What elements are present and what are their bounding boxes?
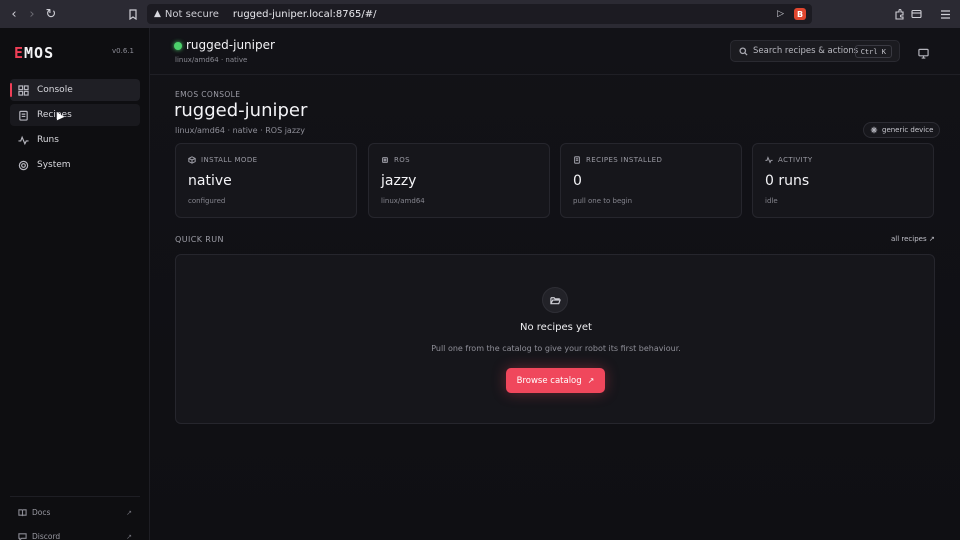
topbar: rugged-juniper linux/amd64 · native Sear… bbox=[150, 28, 960, 75]
device-badge[interactable]: generic device bbox=[863, 122, 941, 138]
url-bar[interactable]: ▲ Not secure rugged-juniper.local:8765/#… bbox=[147, 4, 812, 24]
bookmark-icon[interactable] bbox=[124, 5, 142, 23]
stat-card-ros: ROS jazzy linux/amd64 bbox=[368, 143, 550, 218]
warning-icon: ▲ bbox=[154, 9, 161, 19]
activity-icon bbox=[18, 135, 29, 145]
search-input[interactable]: Search recipes & actions Ctrl K bbox=[730, 40, 900, 62]
empty-description: Pull one from the catalog to give your r… bbox=[431, 344, 681, 353]
clipboard-icon bbox=[19, 110, 28, 121]
browse-catalog-label: Browse catalog bbox=[516, 375, 582, 386]
external-link-icon: ↗ bbox=[126, 508, 132, 517]
folder-icon-wrap bbox=[542, 287, 568, 313]
sidebar-link-label: Discord bbox=[32, 532, 61, 540]
display-toggle-button[interactable] bbox=[918, 44, 932, 59]
menu-icon[interactable] bbox=[936, 5, 954, 23]
monitor-icon bbox=[918, 48, 929, 59]
stat-card-activity: ACTIVITY 0 runs idle bbox=[752, 143, 934, 218]
host-name: rugged-juniper bbox=[186, 38, 275, 52]
sidebar-item-recipes[interactable]: Recipes bbox=[10, 104, 140, 126]
back-icon[interactable]: ‹ bbox=[5, 5, 23, 23]
stat-caption: pull one to begin bbox=[573, 197, 633, 205]
book-icon bbox=[18, 509, 27, 517]
stat-value: native bbox=[188, 173, 232, 189]
activity-icon bbox=[765, 156, 773, 164]
sidebar-item-label: Runs bbox=[37, 135, 59, 145]
stat-card-install-mode: INSTALL MODE native configured bbox=[175, 143, 357, 218]
stats-row: INSTALL MODE native configured ROS jazzy… bbox=[175, 143, 935, 218]
chat-icon bbox=[18, 533, 27, 540]
stat-label: ROS bbox=[394, 156, 411, 164]
external-link-icon: ↗ bbox=[126, 532, 132, 540]
search-placeholder: Search recipes & actions bbox=[753, 46, 859, 56]
sidebar-item-system[interactable]: System bbox=[10, 154, 140, 176]
sidebar-item-runs[interactable]: Runs bbox=[10, 129, 140, 151]
stat-caption: idle bbox=[765, 197, 778, 205]
sidebar-item-label: System bbox=[37, 160, 71, 170]
shield-icon[interactable]: B bbox=[794, 8, 806, 20]
status-indicator bbox=[174, 42, 182, 50]
search-icon bbox=[739, 46, 748, 56]
grid-icon bbox=[18, 84, 29, 96]
sparkle-icon bbox=[870, 126, 878, 134]
reload-icon[interactable]: ↻ bbox=[42, 5, 60, 23]
main-content: rugged-juniper linux/amd64 · native Sear… bbox=[150, 28, 960, 540]
clipboard-icon bbox=[574, 156, 580, 164]
sidebar-link-docs[interactable]: Docs ↗ bbox=[18, 508, 132, 517]
page-title: rugged-juniper bbox=[174, 100, 308, 121]
sidebar-link-label: Docs bbox=[32, 508, 51, 517]
shortcut-hint: Ctrl K bbox=[854, 45, 892, 58]
stat-caption: configured bbox=[188, 197, 226, 205]
stat-value: 0 runs bbox=[765, 173, 810, 189]
sidebar-nav: Console Recipes Runs System bbox=[10, 79, 140, 179]
browse-catalog-button[interactable]: Browse catalog ↗ bbox=[506, 368, 605, 393]
extensions-icon[interactable] bbox=[890, 5, 908, 23]
box-icon bbox=[188, 156, 196, 164]
page-subtitle: linux/amd64 · native · ROS jazzy bbox=[175, 126, 305, 135]
quick-run-empty-state: No recipes yet Pull one from the catalog… bbox=[175, 254, 935, 424]
all-recipes-link[interactable]: all recipes ↗ bbox=[891, 235, 935, 243]
cog-icon bbox=[18, 160, 29, 170]
folder-open-icon bbox=[549, 296, 561, 304]
stat-value: 0 bbox=[573, 173, 582, 189]
sidebar-item-label: Console bbox=[37, 85, 73, 95]
version-label: v0.6.1 bbox=[112, 47, 134, 55]
page-eyebrow: EMOS CONSOLE bbox=[175, 90, 241, 99]
sidebar-divider bbox=[10, 496, 140, 497]
stat-label: RECIPES INSTALLED bbox=[586, 156, 663, 164]
empty-title: No recipes yet bbox=[520, 322, 592, 333]
sidebar: EMOS v0.6.1 Console Recipes Runs System … bbox=[0, 28, 150, 540]
security-label: Not secure bbox=[164, 8, 219, 20]
stat-card-recipes-installed: RECIPES INSTALLED 0 pull one to begin bbox=[560, 143, 742, 218]
arrow-up-right-icon: ↗ bbox=[587, 376, 595, 385]
device-badge-label: generic device bbox=[882, 126, 934, 134]
sidebar-link-discord[interactable]: Discord ↗ bbox=[18, 532, 132, 540]
stat-label: ACTIVITY bbox=[778, 156, 813, 164]
logo[interactable]: EMOS bbox=[14, 44, 54, 62]
stat-label: INSTALL MODE bbox=[201, 156, 258, 164]
chip-icon bbox=[382, 157, 388, 163]
forward-icon[interactable]: › bbox=[23, 5, 41, 23]
logo-mark: E bbox=[14, 44, 25, 62]
url-text: rugged-juniper.local:8765/#/ bbox=[232, 8, 377, 20]
sidebar-item-console[interactable]: Console bbox=[10, 79, 140, 101]
browser-toolbar: ‹ › ↻ ▲ Not secure rugged-juniper.local:… bbox=[0, 0, 960, 28]
stat-caption: linux/amd64 bbox=[381, 197, 425, 205]
send-icon[interactable]: ▷ bbox=[777, 9, 784, 19]
quick-run-heading: QUICK RUN bbox=[175, 235, 224, 244]
wallet-icon[interactable] bbox=[907, 5, 925, 23]
logo-text: MOS bbox=[24, 44, 55, 62]
stat-value: jazzy bbox=[381, 173, 417, 189]
host-platform: linux/amd64 · native bbox=[175, 56, 248, 64]
